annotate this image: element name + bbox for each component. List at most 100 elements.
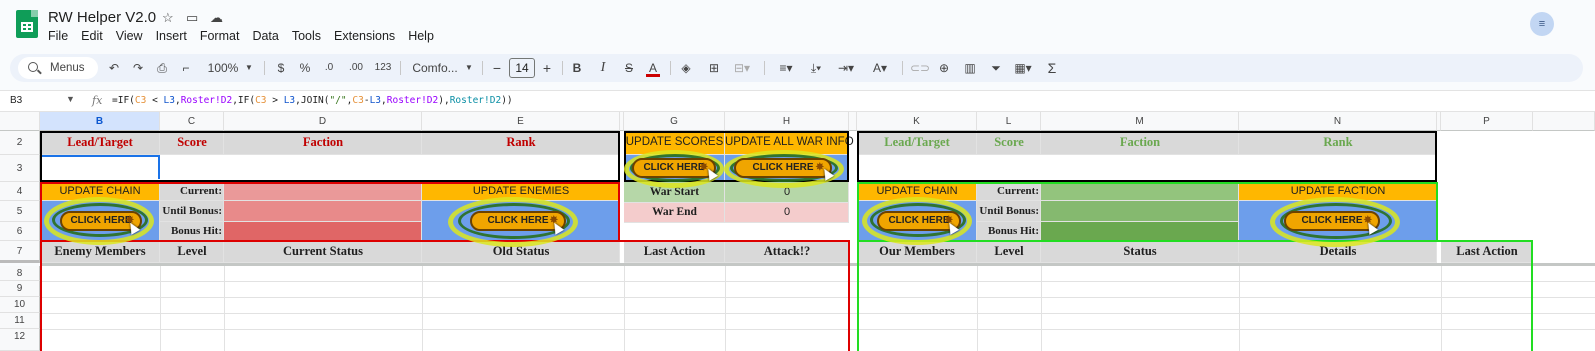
column-header-p[interactable]: P (1441, 112, 1533, 131)
column-header-k[interactable]: K (857, 112, 977, 131)
row-header-9[interactable]: 9 (0, 281, 40, 297)
formula-input[interactable]: =IF(C3 < L3,Roster!D2,IF(C3 > L3,JOIN("/… (112, 95, 513, 106)
cell-d5[interactable] (224, 201, 422, 222)
document-title[interactable]: RW Helper V2.0 (48, 9, 156, 26)
functions-button[interactable]: Σ (1044, 54, 1060, 82)
column-header-h[interactable]: H (725, 112, 849, 131)
bold-button[interactable]: B (570, 54, 584, 82)
text-color-button[interactable]: A (646, 54, 660, 82)
cell-m2[interactable]: Faction (1041, 131, 1239, 155)
strikethrough-button[interactable]: S (622, 54, 636, 82)
menu-format[interactable]: Format (200, 29, 240, 43)
italic-button[interactable]: I (596, 54, 610, 82)
fill-color-icon[interactable]: ◈ (678, 54, 694, 82)
percent-button[interactable]: % (298, 54, 312, 82)
cell-b2[interactable]: Lead/Target (40, 131, 160, 155)
cloud-saved-icon[interactable]: ☁ (210, 10, 223, 26)
menu-help[interactable]: Help (408, 29, 434, 43)
row-header-7[interactable]: 7 (0, 241, 40, 263)
horizontal-align-icon[interactable]: ≡▾ (774, 54, 798, 82)
decrease-decimal-button[interactable]: .0 (320, 54, 338, 82)
currency-button[interactable]: $ (274, 54, 288, 82)
row-header-2[interactable]: 2 (0, 131, 40, 155)
star-icon[interactable]: ☆ (162, 10, 174, 26)
column-header-g[interactable]: G (624, 112, 725, 131)
cell-k2[interactable]: Lead/Target (857, 131, 977, 155)
column-header-m[interactable]: M (1041, 112, 1239, 131)
row-header-10[interactable]: 10 (0, 297, 40, 313)
column-header-c[interactable]: C (160, 112, 224, 131)
cell-d7[interactable]: Current Status (224, 241, 422, 263)
filter-views-icon[interactable]: ▦▾ (1010, 54, 1036, 82)
text-rotation-icon[interactable]: A▾ (868, 54, 892, 82)
cell-b3-selected[interactable] (40, 155, 160, 182)
font-size-input[interactable]: 14 (509, 58, 535, 78)
select-all-corner[interactable] (0, 112, 40, 131)
filter-icon[interactable]: ⏷ (988, 54, 1004, 82)
vertical-align-icon[interactable]: ⤓▾ (804, 54, 828, 82)
row-header-12[interactable]: 12 (0, 329, 40, 351)
column-header-e[interactable]: E (422, 112, 620, 131)
undo-icon[interactable]: ↶ (106, 54, 122, 82)
cell-m7[interactable]: Status (1041, 241, 1239, 263)
cell-m4[interactable] (1041, 182, 1239, 201)
frozen-row-divider[interactable] (40, 263, 1595, 266)
number-format-button[interactable]: 123 (373, 54, 393, 82)
row-header-8[interactable]: 8 (0, 266, 40, 281)
cell-g7[interactable]: Last Action (624, 241, 725, 263)
insert-link-icon[interactable]: ⊂⊃ (910, 54, 930, 82)
paint-format-icon[interactable]: ⌐ (178, 54, 194, 82)
increase-font-size-button[interactable]: + (540, 54, 554, 82)
cell-c2[interactable]: Score (160, 131, 224, 155)
column-header-b[interactable]: B (40, 112, 160, 131)
cell-d4[interactable] (224, 182, 422, 201)
column-header-d[interactable]: D (224, 112, 422, 131)
menu-edit[interactable]: Edit (81, 29, 103, 43)
cell-n2[interactable]: Rank (1239, 131, 1437, 155)
war-end-value-cell[interactable]: 0 (725, 203, 849, 223)
click-here-update-all-war-info-button[interactable]: CLICK HERE (734, 158, 832, 178)
cell-m6[interactable] (1041, 222, 1239, 241)
cell-d6[interactable] (224, 222, 422, 241)
sheets-logo-icon[interactable] (16, 10, 38, 38)
menu-tools[interactable]: Tools (292, 29, 321, 43)
row-header-4[interactable]: 4 (0, 182, 40, 201)
move-to-folder-icon[interactable]: ▭ (186, 10, 198, 26)
column-header-n[interactable]: N (1239, 112, 1437, 131)
cell-h7[interactable]: Attack!? (725, 241, 849, 263)
search-menus-button[interactable]: Menus (18, 57, 98, 79)
menu-file[interactable]: File (48, 29, 68, 43)
menu-data[interactable]: Data (252, 29, 278, 43)
cell-e2[interactable]: Rank (422, 131, 620, 155)
name-box[interactable]: B3 (10, 95, 22, 106)
click-here-update-scores-button[interactable]: CLICK HERE (632, 158, 716, 178)
increase-decimal-button[interactable]: .00 (346, 54, 366, 82)
redo-icon[interactable]: ↷ (130, 54, 146, 82)
text-wrapping-icon[interactable]: ⇥▾ (834, 54, 858, 82)
cell-p7[interactable]: Last Action (1441, 241, 1533, 263)
cell-m5[interactable] (1041, 201, 1239, 222)
column-header-l[interactable]: L (977, 112, 1041, 131)
column-header-ij-hidden[interactable] (849, 112, 857, 131)
cell-l7[interactable]: Level (977, 241, 1041, 263)
font-chevron-down-icon[interactable]: ▼ (464, 54, 474, 82)
merge-cells-icon[interactable]: ⊟▾ (730, 54, 754, 82)
menu-extensions[interactable]: Extensions (334, 29, 395, 43)
zoom-select[interactable]: 100% (206, 54, 240, 82)
menu-insert[interactable]: Insert (156, 29, 187, 43)
menu-view[interactable]: View (116, 29, 143, 43)
row-header-11[interactable]: 11 (0, 313, 40, 329)
zoom-chevron-down-icon[interactable]: ▼ (244, 54, 254, 82)
decrease-font-size-button[interactable]: − (490, 54, 504, 82)
row-header-6[interactable]: 6 (0, 222, 40, 241)
insert-comment-icon[interactable]: ⊕ (936, 54, 952, 82)
font-select[interactable]: Comfo... (410, 54, 460, 82)
print-icon[interactable]: ⎙ (154, 54, 170, 82)
insert-chart-icon[interactable]: ▥ (962, 54, 978, 82)
name-box-chevron-down-icon[interactable]: ▼ (66, 94, 75, 104)
account-avatar-icon[interactable]: ≡ (1530, 12, 1554, 36)
cell-l2[interactable]: Score (977, 131, 1041, 155)
row-header-5[interactable]: 5 (0, 201, 40, 222)
row-header-3[interactable]: 3 (0, 155, 40, 182)
borders-icon[interactable]: ⊞ (706, 54, 722, 82)
